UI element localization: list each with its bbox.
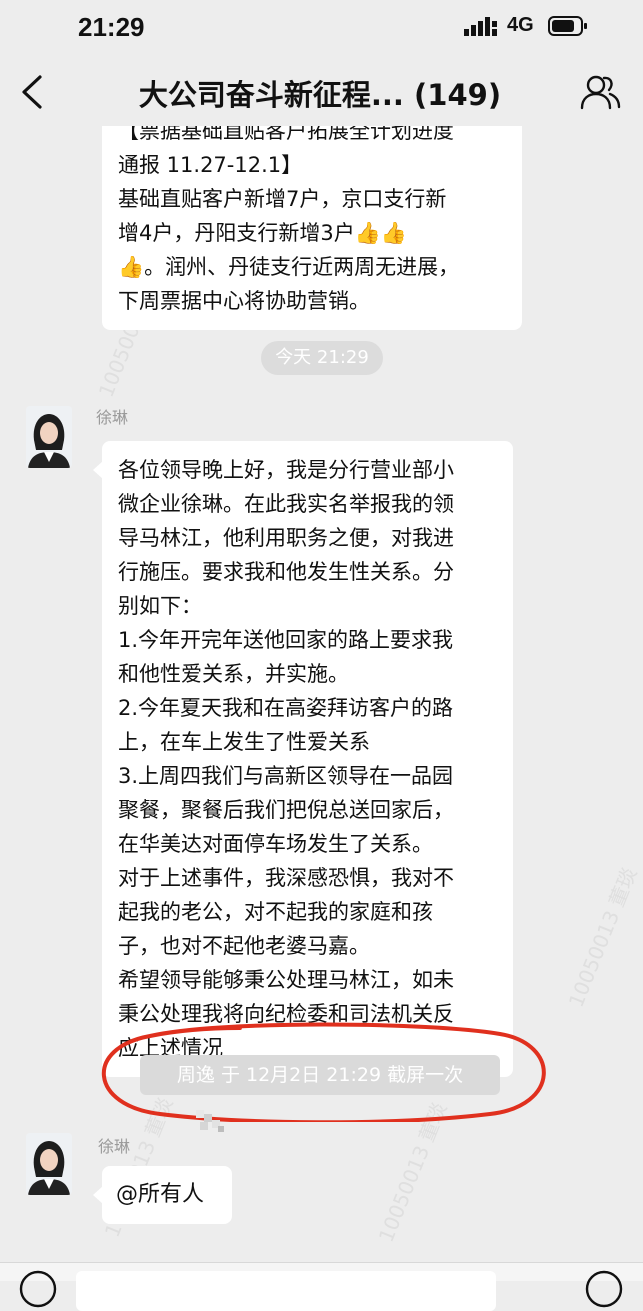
redaction-mark <box>196 1110 224 1132</box>
back-icon[interactable] <box>18 74 46 110</box>
sender-name: 徐琳 <box>96 408 129 427</box>
message-line: 各位领导晚上好，我是分行营业部小 <box>118 458 454 482</box>
status-time: 21:29 <box>78 12 145 42</box>
message-line: 1.今年开完年送他回家的路上要求我 <box>118 628 454 652</box>
message-line: 3.上周四我们与高新区领导在一品园 <box>118 764 454 788</box>
avatar[interactable] <box>26 1133 72 1195</box>
message-line: 对于上述事件，我深感恐惧，我对不 <box>118 866 454 890</box>
avatar[interactable] <box>26 406 72 468</box>
message-input[interactable] <box>76 1271 496 1311</box>
message-line: 别如下： <box>118 594 202 618</box>
message-line: 👍。润州、丹徒支行近两周无进展， <box>118 255 460 279</box>
message-line: 上，在车上发生了性爱关系 <box>118 730 370 754</box>
annotation-ring <box>102 1022 546 1122</box>
time-divider: 今天 21:29 <box>261 341 383 375</box>
message-bubble-previous[interactable]: 【票据基础直贴客户拓展全计划进度 通报 11.27-12.1】 基础直贴客户新增… <box>102 126 522 330</box>
message-line: 起我的老公，对不起我的家庭和孩 <box>118 900 433 924</box>
message-line: 希望领导能够秉公处理马林江，如未 <box>118 968 454 992</box>
message-line: 2.今年夏天我和在高姿拜访客户的路 <box>118 696 454 720</box>
message-line: 聚餐，聚餐后我们把倪总送回家后， <box>118 798 454 822</box>
message-bubble-main[interactable]: 各位领导晚上好，我是分行营业部小 微企业徐琳。在此我实名举报我的领 导马林江，他… <box>93 441 513 1077</box>
signal-icon <box>464 17 497 36</box>
message-line: 和他性爱关系，并实施。 <box>118 662 349 686</box>
members-icon[interactable] <box>578 72 622 112</box>
battery-icon <box>548 16 587 36</box>
person-icon <box>26 406 72 468</box>
message-line: 通报 11.27-12.1】 <box>118 153 303 177</box>
message-line: 下周票据中心将协助营销。 <box>118 289 370 313</box>
message-bubble-mention[interactable]: @所有人 <box>93 1166 232 1224</box>
message-line: 增4户，丹阳支行新增3户👍👍 <box>118 221 408 245</box>
message-line: 微企业徐琳。在此我实名举报我的领 <box>118 492 454 516</box>
person-icon <box>26 1133 72 1195</box>
sender-name: 徐琳 <box>98 1137 131 1156</box>
add-icon[interactable] <box>584 1269 624 1309</box>
mention-text: @所有人 <box>116 1182 205 1207</box>
message-line: 基础直贴客户新增7户，京口支行新 <box>118 187 447 211</box>
input-bar <box>0 1262 643 1311</box>
message-line: 导马林江，他利用职务之便，对我进 <box>118 526 454 550</box>
network-label: 4G <box>507 14 534 36</box>
chat-header: 大公司奋斗新征程... (149) <box>0 56 643 126</box>
message-line: 在华美达对面停车场发生了关系。 <box>118 832 433 856</box>
message-line: 行施压。要求我和他发生性关系。分 <box>118 560 454 584</box>
chat-title: 大公司奋斗新征程... (149) <box>138 78 502 112</box>
watermark: 10050013 董琰 <box>563 864 642 1011</box>
voice-icon[interactable] <box>18 1269 58 1309</box>
message-line: 子，也对不起他老婆马嘉。 <box>118 934 370 958</box>
status-bar: 21:29 4G <box>0 0 643 56</box>
